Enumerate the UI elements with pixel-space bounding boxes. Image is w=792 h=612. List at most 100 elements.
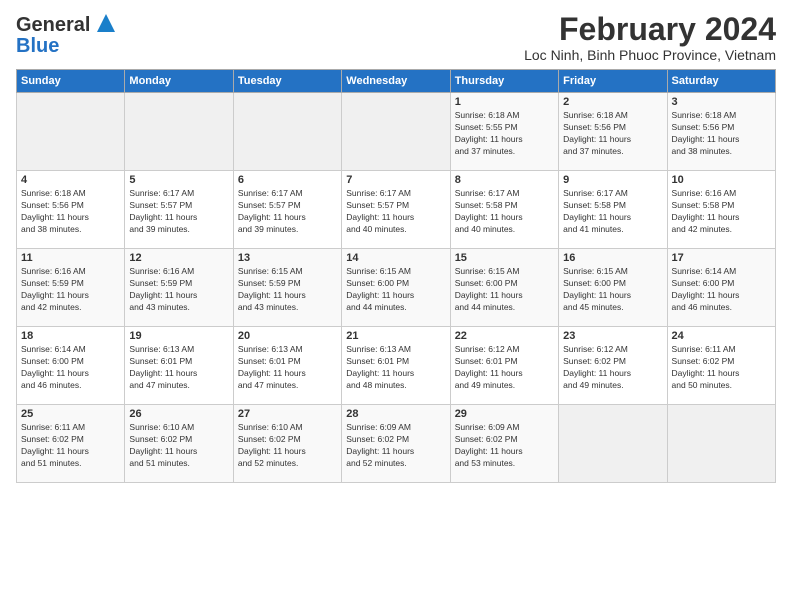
day-info: Sunrise: 6:16 AM Sunset: 5:59 PM Dayligh… bbox=[129, 266, 228, 314]
day-number: 11 bbox=[21, 252, 120, 264]
day-number: 14 bbox=[346, 252, 445, 264]
day-cell: 4 Sunrise: 6:18 AM Sunset: 5:56 PM Daylig… bbox=[17, 171, 125, 249]
day-info: Sunrise: 6:09 AM Sunset: 6:02 PM Dayligh… bbox=[455, 422, 554, 470]
day-number: 2 bbox=[563, 96, 662, 108]
day-number: 4 bbox=[21, 174, 120, 186]
day-number: 6 bbox=[238, 174, 337, 186]
day-cell: 2 Sunrise: 6:18 AM Sunset: 5:56 PM Daylig… bbox=[559, 93, 667, 171]
day-number: 1 bbox=[455, 96, 554, 108]
day-cell bbox=[17, 93, 125, 171]
day-number: 17 bbox=[672, 252, 771, 264]
day-cell: 3Sunrise: 6:18 AM Sunset: 5:56 PM Daylig… bbox=[667, 93, 775, 171]
day-number: 13 bbox=[238, 252, 337, 264]
day-number: 20 bbox=[238, 330, 337, 342]
day-info: Sunrise: 6:11 AM Sunset: 6:02 PM Dayligh… bbox=[672, 344, 771, 392]
day-info: Sunrise: 6:18 AM Sunset: 5:56 PM Dayligh… bbox=[672, 110, 771, 158]
week-row-5: 25 Sunrise: 6:11 AM Sunset: 6:02 PM Dayli… bbox=[17, 405, 776, 483]
day-cell: 28 Sunrise: 6:09 AM Sunset: 6:02 PM Dayli… bbox=[342, 405, 450, 483]
day-header-thursday: Thursday bbox=[450, 70, 558, 93]
day-cell: 23 Sunrise: 6:12 AM Sunset: 6:02 PM Dayli… bbox=[559, 327, 667, 405]
day-cell bbox=[233, 93, 341, 171]
day-info: Sunrise: 6:13 AM Sunset: 6:01 PM Dayligh… bbox=[238, 344, 337, 392]
day-header-friday: Friday bbox=[559, 70, 667, 93]
day-number: 29 bbox=[455, 408, 554, 420]
day-info: Sunrise: 6:16 AM Sunset: 5:58 PM Dayligh… bbox=[672, 188, 771, 236]
logo-icon bbox=[95, 12, 117, 39]
day-number: 21 bbox=[346, 330, 445, 342]
day-header-saturday: Saturday bbox=[667, 70, 775, 93]
day-cell bbox=[667, 405, 775, 483]
day-info: Sunrise: 6:15 AM Sunset: 5:59 PM Dayligh… bbox=[238, 266, 337, 314]
day-cell: 13 Sunrise: 6:15 AM Sunset: 5:59 PM Dayli… bbox=[233, 249, 341, 327]
day-cell: 24 Sunrise: 6:11 AM Sunset: 6:02 PM Dayli… bbox=[667, 327, 775, 405]
week-row-4: 18Sunrise: 6:14 AM Sunset: 6:00 PM Dayli… bbox=[17, 327, 776, 405]
day-info: Sunrise: 6:15 AM Sunset: 6:00 PM Dayligh… bbox=[563, 266, 662, 314]
day-header-tuesday: Tuesday bbox=[233, 70, 341, 93]
day-cell: 1 Sunrise: 6:18 AM Sunset: 5:55 PM Daylig… bbox=[450, 93, 558, 171]
day-number: 9 bbox=[563, 174, 662, 186]
day-number: 22 bbox=[455, 330, 554, 342]
month-title: February 2024 bbox=[524, 12, 776, 47]
week-row-2: 4 Sunrise: 6:18 AM Sunset: 5:56 PM Daylig… bbox=[17, 171, 776, 249]
day-cell: 25 Sunrise: 6:11 AM Sunset: 6:02 PM Dayli… bbox=[17, 405, 125, 483]
day-number: 10 bbox=[672, 174, 771, 186]
week-row-3: 11 Sunrise: 6:16 AM Sunset: 5:59 PM Dayli… bbox=[17, 249, 776, 327]
page-container: General Blue February 2024 Loc Ninh, Bin… bbox=[0, 0, 792, 491]
day-number: 18 bbox=[21, 330, 120, 342]
day-cell: 9Sunrise: 6:17 AM Sunset: 5:58 PM Daylig… bbox=[559, 171, 667, 249]
day-header-wednesday: Wednesday bbox=[342, 70, 450, 93]
day-info: Sunrise: 6:13 AM Sunset: 6:01 PM Dayligh… bbox=[129, 344, 228, 392]
day-info: Sunrise: 6:13 AM Sunset: 6:01 PM Dayligh… bbox=[346, 344, 445, 392]
day-info: Sunrise: 6:15 AM Sunset: 6:00 PM Dayligh… bbox=[455, 266, 554, 314]
day-cell: 12Sunrise: 6:16 AM Sunset: 5:59 PM Dayli… bbox=[125, 249, 233, 327]
calendar-table: SundayMondayTuesdayWednesdayThursdayFrid… bbox=[16, 69, 776, 483]
logo-general: General bbox=[16, 14, 90, 37]
day-cell: 22 Sunrise: 6:12 AM Sunset: 6:01 PM Dayli… bbox=[450, 327, 558, 405]
week-row-1: 1 Sunrise: 6:18 AM Sunset: 5:55 PM Daylig… bbox=[17, 93, 776, 171]
day-cell: 16 Sunrise: 6:15 AM Sunset: 6:00 PM Dayli… bbox=[559, 249, 667, 327]
day-info: Sunrise: 6:17 AM Sunset: 5:57 PM Dayligh… bbox=[238, 188, 337, 236]
day-number: 24 bbox=[672, 330, 771, 342]
day-cell bbox=[342, 93, 450, 171]
location-title: Loc Ninh, Binh Phuoc Province, Vietnam bbox=[524, 47, 776, 63]
header: General Blue February 2024 Loc Ninh, Bin… bbox=[16, 12, 776, 63]
title-section: February 2024 Loc Ninh, Binh Phuoc Provi… bbox=[524, 12, 776, 63]
day-number: 16 bbox=[563, 252, 662, 264]
day-cell: 17Sunrise: 6:14 AM Sunset: 6:00 PM Dayli… bbox=[667, 249, 775, 327]
day-cell bbox=[125, 93, 233, 171]
day-info: Sunrise: 6:12 AM Sunset: 6:02 PM Dayligh… bbox=[563, 344, 662, 392]
day-cell: 20 Sunrise: 6:13 AM Sunset: 6:01 PM Dayli… bbox=[233, 327, 341, 405]
day-number: 28 bbox=[346, 408, 445, 420]
day-number: 7 bbox=[346, 174, 445, 186]
day-cell: 11 Sunrise: 6:16 AM Sunset: 5:59 PM Dayli… bbox=[17, 249, 125, 327]
day-number: 19 bbox=[129, 330, 228, 342]
day-header-sunday: Sunday bbox=[17, 70, 125, 93]
day-cell: 7Sunrise: 6:17 AM Sunset: 5:57 PM Daylig… bbox=[342, 171, 450, 249]
day-cell: 29 Sunrise: 6:09 AM Sunset: 6:02 PM Dayli… bbox=[450, 405, 558, 483]
day-cell: 26 Sunrise: 6:10 AM Sunset: 6:02 PM Dayli… bbox=[125, 405, 233, 483]
day-cell bbox=[559, 405, 667, 483]
day-cell: 15 Sunrise: 6:15 AM Sunset: 6:00 PM Dayli… bbox=[450, 249, 558, 327]
day-info: Sunrise: 6:09 AM Sunset: 6:02 PM Dayligh… bbox=[346, 422, 445, 470]
day-cell: 21 Sunrise: 6:13 AM Sunset: 6:01 PM Dayli… bbox=[342, 327, 450, 405]
day-info: Sunrise: 6:18 AM Sunset: 5:55 PM Dayligh… bbox=[455, 110, 554, 158]
day-number: 5 bbox=[129, 174, 228, 186]
day-cell: 6 Sunrise: 6:17 AM Sunset: 5:57 PM Daylig… bbox=[233, 171, 341, 249]
day-info: Sunrise: 6:15 AM Sunset: 6:00 PM Dayligh… bbox=[346, 266, 445, 314]
day-info: Sunrise: 6:10 AM Sunset: 6:02 PM Dayligh… bbox=[238, 422, 337, 470]
day-info: Sunrise: 6:18 AM Sunset: 5:56 PM Dayligh… bbox=[21, 188, 120, 236]
day-number: 15 bbox=[455, 252, 554, 264]
day-info: Sunrise: 6:18 AM Sunset: 5:56 PM Dayligh… bbox=[563, 110, 662, 158]
day-cell: 8Sunrise: 6:17 AM Sunset: 5:58 PM Daylig… bbox=[450, 171, 558, 249]
day-info: Sunrise: 6:11 AM Sunset: 6:02 PM Dayligh… bbox=[21, 422, 120, 470]
day-number: 25 bbox=[21, 408, 120, 420]
day-info: Sunrise: 6:10 AM Sunset: 6:02 PM Dayligh… bbox=[129, 422, 228, 470]
day-cell: 5 Sunrise: 6:17 AM Sunset: 5:57 PM Daylig… bbox=[125, 171, 233, 249]
day-cell: 19 Sunrise: 6:13 AM Sunset: 6:01 PM Dayli… bbox=[125, 327, 233, 405]
day-info: Sunrise: 6:16 AM Sunset: 5:59 PM Dayligh… bbox=[21, 266, 120, 314]
day-cell: 27Sunrise: 6:10 AM Sunset: 6:02 PM Dayli… bbox=[233, 405, 341, 483]
day-info: Sunrise: 6:17 AM Sunset: 5:57 PM Dayligh… bbox=[129, 188, 228, 236]
day-number: 26 bbox=[129, 408, 228, 420]
day-info: Sunrise: 6:12 AM Sunset: 6:01 PM Dayligh… bbox=[455, 344, 554, 392]
day-number: 23 bbox=[563, 330, 662, 342]
